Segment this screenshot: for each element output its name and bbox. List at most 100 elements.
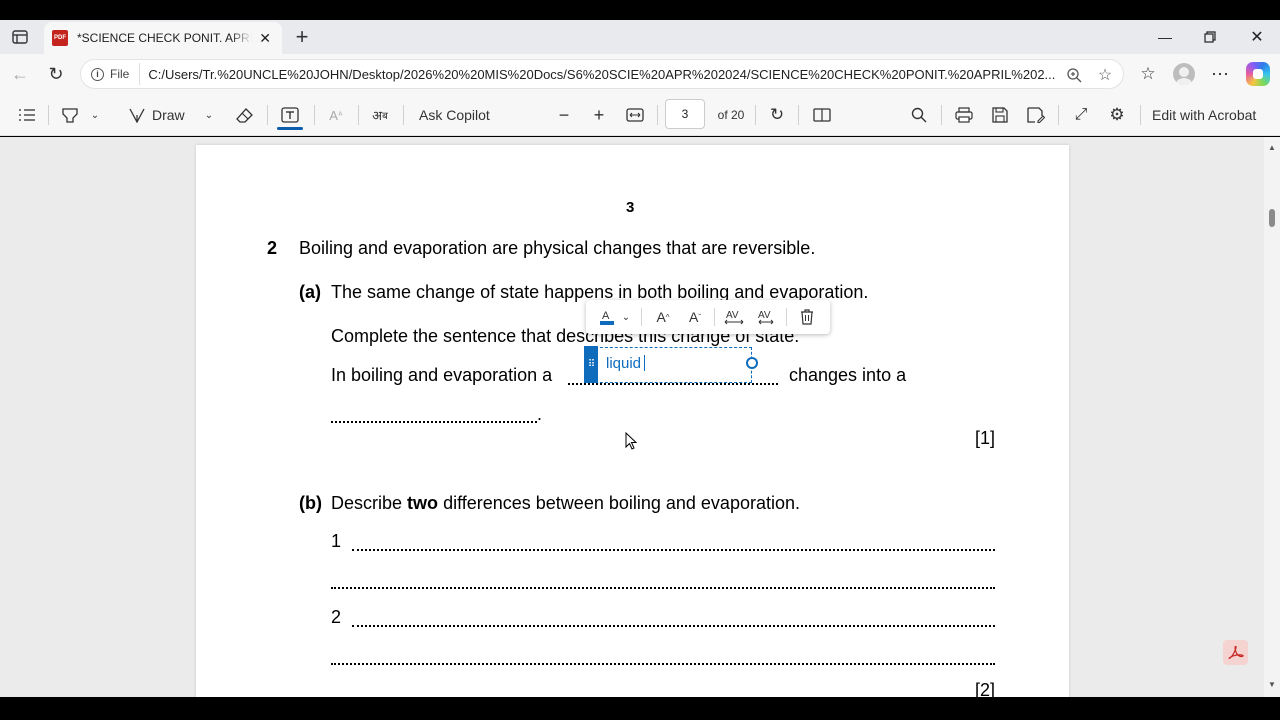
delete-icon[interactable] <box>796 306 818 328</box>
settings-gear-icon[interactable]: ⚙ <box>1105 103 1129 127</box>
text-annotation-content[interactable]: liquid <box>606 355 646 372</box>
text-annotation-toolbar: A ⌄ A ^ Aˇ AV AV <box>586 300 830 334</box>
toolbar-divider <box>1058 105 1059 125</box>
text-color-icon[interactable]: A <box>596 306 618 328</box>
annotation-toolbar-divider <box>714 308 715 326</box>
highlight-icon[interactable] <box>58 103 82 127</box>
scroll-thumb[interactable] <box>1269 209 1275 227</box>
annotation-toolbar-divider <box>641 308 642 326</box>
resize-handle[interactable] <box>746 357 758 369</box>
answer-line-b1a <box>352 549 995 551</box>
site-info-button[interactable]: i File <box>83 63 141 85</box>
toolbar-divider <box>358 105 359 125</box>
answer-line-b1b <box>331 587 995 589</box>
close-window-icon[interactable]: ✕ <box>1245 25 1269 49</box>
question-stem: Boiling and evaporation are physical cha… <box>299 238 816 258</box>
text-caret <box>644 355 646 371</box>
annotation-toolbar-divider <box>786 308 787 326</box>
tab-close-icon[interactable]: ✕ <box>256 29 274 47</box>
toolbar-divider <box>1140 105 1141 125</box>
address-bar-row: ← ↻ i File C:/Users/Tr.%20UNCLE%20JOHN/D… <box>0 54 1280 94</box>
question-number: 2 <box>267 238 278 258</box>
fullscreen-icon[interactable]: ⤢ <box>1069 103 1093 127</box>
zoom-in-icon[interactable]: + <box>587 103 611 127</box>
favorite-star-icon[interactable]: ☆ <box>1094 64 1116 86</box>
highlight-chevron-down-icon[interactable]: ⌄ <box>88 103 102 127</box>
draw-chevron-down-icon[interactable]: ⌄ <box>202 103 216 127</box>
read-aloud-icon[interactable]: Aᐞ <box>324 103 348 127</box>
draw-pen-icon[interactable] <box>126 103 148 127</box>
page-number-input[interactable]: 3 <box>665 99 705 129</box>
tab-actions-button[interactable] <box>8 26 32 48</box>
site-scheme-label: File <box>110 67 130 81</box>
part-b-text-before: Describe <box>331 493 403 513</box>
restore-icon[interactable] <box>1198 25 1222 49</box>
answer-item-1-number: 1 <box>331 531 342 551</box>
eraser-icon[interactable] <box>232 103 256 127</box>
tab-strip: PDF *SCIENCE CHECK PONIT. APRIL 2024.pdf… <box>0 20 1280 54</box>
part-b-text-after: differences between boiling and evaporat… <box>443 493 800 513</box>
part-b-marks: [2] <box>975 680 996 697</box>
answer-line-2 <box>331 421 537 423</box>
text-annotation-value[interactable]: liquid <box>606 355 641 372</box>
pdf-viewport[interactable]: 3 2 Boiling and evaporation are physical… <box>0 137 1280 697</box>
toolbar-divider <box>941 105 942 125</box>
part-a-marks: [1] <box>975 428 996 448</box>
mouse-cursor-icon <box>625 432 638 450</box>
text-annotation-box[interactable]: ⠿ liquid <box>584 346 758 383</box>
fit-width-icon[interactable] <box>623 103 647 127</box>
draw-label[interactable]: Draw <box>152 103 196 127</box>
svg-text:AV: AV <box>726 310 739 321</box>
text-color-chevron-down-icon[interactable]: ⌄ <box>620 306 632 328</box>
toolbar-divider <box>657 105 658 125</box>
vertical-scrollbar[interactable]: ▲ ▼ <box>1264 137 1280 697</box>
print-icon[interactable] <box>952 103 976 127</box>
svg-text:A: A <box>602 310 610 322</box>
answer-line-b2a <box>352 625 995 627</box>
answer-line-b2b <box>331 663 995 665</box>
pdf-page: 3 2 Boiling and evaporation are physical… <box>196 145 1069 697</box>
decrease-spacing-icon[interactable]: AV <box>755 306 777 328</box>
translate-icon[interactable]: अब <box>368 103 392 127</box>
address-bar[interactable]: i File C:/Users/Tr.%20UNCLE%20JOHN/Deskt… <box>80 59 1124 89</box>
tab-actions-icon <box>12 30 28 44</box>
save-as-icon[interactable] <box>1024 103 1048 127</box>
contents-icon[interactable] <box>15 103 39 127</box>
increase-font-size-icon[interactable]: A ^ <box>652 306 674 328</box>
part-b-text-bold: two <box>407 493 439 513</box>
info-icon: i <box>91 67 104 81</box>
ask-copilot-button[interactable]: Ask Copilot <box>419 103 509 127</box>
more-options-icon[interactable]: ⋯ <box>1208 62 1232 86</box>
refresh-icon[interactable]: ↻ <box>44 62 68 86</box>
sentence-start: In boiling and evaporation a <box>331 365 553 385</box>
minimize-icon[interactable]: — <box>1153 25 1177 49</box>
profile-avatar[interactable] <box>1173 63 1195 85</box>
page-total-label: of 20 <box>717 108 745 122</box>
zoom-icon[interactable] <box>1063 64 1085 86</box>
address-url[interactable]: C:/Users/Tr.%20UNCLE%20JOHN/Desktop/2026… <box>148 67 1064 82</box>
page-view-icon[interactable] <box>810 103 834 127</box>
scroll-up-icon[interactable]: ▲ <box>1268 143 1276 152</box>
new-tab-button[interactable]: + <box>290 24 314 49</box>
edit-with-acrobat-button[interactable]: Edit with Acrobat <box>1152 103 1268 127</box>
scroll-down-icon[interactable]: ▼ <box>1268 680 1276 689</box>
zoom-out-icon[interactable]: − <box>552 103 576 127</box>
sentence-middle: changes into a <box>789 365 907 385</box>
find-icon[interactable] <box>907 103 931 127</box>
rotate-icon[interactable]: ↻ <box>765 103 789 127</box>
toolbar-divider <box>755 105 756 125</box>
back-icon[interactable]: ← <box>8 62 32 86</box>
tab-active[interactable]: PDF *SCIENCE CHECK PONIT. APRIL 2024.pdf… <box>44 22 282 54</box>
acrobat-icon[interactable] <box>1223 640 1248 665</box>
pdf-toolbar: ⌄ Draw ⌄ Aᐞ अब Ask Copilot − + 3 of 20 ↻… <box>0 94 1280 136</box>
decrease-font-size-icon[interactable]: Aˇ <box>684 306 706 328</box>
pdf-file-icon: PDF <box>52 30 68 46</box>
save-icon[interactable] <box>988 103 1012 127</box>
part-b-text: Describe two differences between boiling… <box>331 493 800 514</box>
favorites-icon[interactable]: ☆ <box>1136 62 1160 86</box>
add-text-icon[interactable] <box>278 103 302 127</box>
increase-spacing-icon[interactable]: AV <box>723 306 745 328</box>
sentence-end: . <box>537 404 543 424</box>
drag-handle-icon[interactable]: ⠿ <box>584 346 598 383</box>
copilot-icon[interactable] <box>1246 62 1270 86</box>
